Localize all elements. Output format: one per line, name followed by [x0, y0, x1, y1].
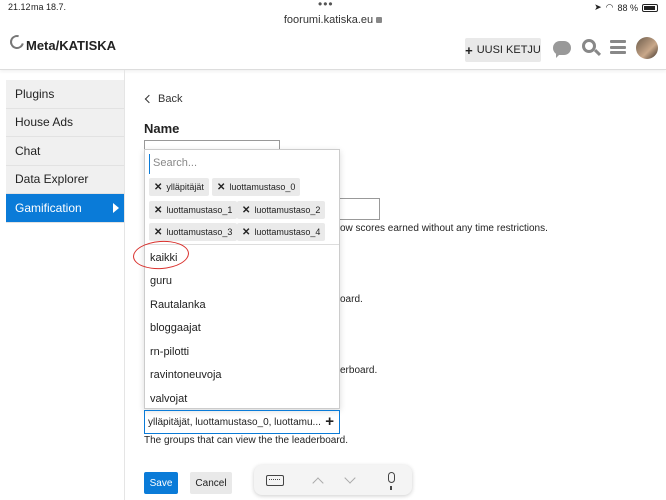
- admin-plugins-sidebar: Plugins House Ads Chat Data Explorer Gam…: [6, 80, 124, 223]
- remove-icon[interactable]: ✕: [242, 205, 250, 216]
- multitasking-dots-icon[interactable]: •••: [318, 0, 334, 11]
- chevron-up-icon[interactable]: [312, 477, 324, 489]
- selected-chip[interactable]: ✕ luottamustaso_1: [149, 201, 238, 219]
- plus-icon: +: [465, 42, 473, 58]
- content-divider: [124, 70, 125, 500]
- url-text: foorumi.katiska.eu: [283, 14, 374, 26]
- logo-bubble-icon: [7, 32, 27, 52]
- group-select-value: ylläpitäjät, luottamustaso_0, luottamu..…: [148, 416, 321, 428]
- group-help-text: The groups that can view the the leaderb…: [144, 435, 349, 446]
- remove-icon[interactable]: ✕: [154, 182, 162, 193]
- period-help-text: ow scores earned without any time restri…: [340, 223, 548, 234]
- address-bar[interactable]: foorumi.katiska.eu: [0, 14, 666, 30]
- keyboard-icon[interactable]: [266, 475, 284, 486]
- battery-icon: [642, 3, 658, 12]
- selected-chip[interactable]: ✕ luottamustaso_4: [237, 223, 326, 241]
- sidebar-item-gamification[interactable]: Gamification: [6, 194, 124, 223]
- status-date: ma 18.7.: [31, 2, 67, 12]
- new-topic-label: UUSI KETJU: [476, 44, 541, 56]
- sidebar-item-data-explorer[interactable]: Data Explorer: [6, 165, 124, 194]
- chat-icon[interactable]: [553, 41, 571, 58]
- logo-text: Meta/KATISKA: [26, 38, 117, 53]
- option-guru[interactable]: guru: [145, 270, 339, 294]
- remove-icon[interactable]: ✕: [242, 227, 250, 238]
- site-logo[interactable]: Meta/KATISKA: [7, 32, 117, 53]
- selected-chip[interactable]: ✕ ylläpitäjät: [149, 178, 209, 196]
- visible-groups-select[interactable]: ylläpitäjät, luottamustaso_0, luottamu..…: [144, 410, 340, 434]
- save-button[interactable]: Save: [144, 472, 178, 494]
- name-heading: Name: [144, 121, 180, 136]
- search-icon[interactable]: [582, 39, 596, 53]
- option-valvojat[interactable]: valvojat: [145, 387, 339, 411]
- option-rautalanka[interactable]: Rautalanka: [145, 293, 339, 317]
- hamburger-menu-icon[interactable]: [610, 40, 626, 54]
- group-select-dropdown: Search... ✕ ylläpitäjät ✕ luottamustaso_0 …: [144, 149, 340, 409]
- help-text-3: erboard.: [340, 365, 378, 376]
- remove-icon[interactable]: ✕: [154, 205, 162, 216]
- keyboard-accessory-bar: [254, 465, 412, 495]
- back-link[interactable]: Back: [144, 93, 183, 105]
- group-search-input[interactable]: Search...: [149, 154, 337, 174]
- option-rn-pilotti[interactable]: rn-pilotti: [145, 340, 339, 364]
- wifi-icon: ◠: [605, 2, 614, 12]
- back-label: Back: [158, 93, 183, 105]
- status-time: 21.12: [8, 2, 31, 12]
- ios-status-bar: 21.12 ma 18.7. ••• ➤ ◠ 88 %: [0, 0, 666, 14]
- sidebar-item-house-ads[interactable]: House Ads: [6, 108, 124, 137]
- remove-icon[interactable]: ✕: [217, 182, 225, 193]
- selected-chip[interactable]: ✕ luottamustaso_2: [237, 201, 326, 219]
- new-topic-button[interactable]: + UUSI KETJU: [465, 38, 541, 62]
- cancel-button[interactable]: Cancel: [190, 472, 232, 494]
- chevron-left-icon: [144, 94, 154, 104]
- microphone-icon[interactable]: [388, 472, 395, 490]
- help-text-2: oard.: [340, 294, 363, 305]
- sidebar-item-chat[interactable]: Chat: [6, 137, 124, 166]
- plus-icon[interactable]: +: [325, 413, 334, 430]
- group-options: kaikki guru Rautalanka bloggaajat rn-pil…: [145, 246, 339, 411]
- location-icon: ➤: [594, 2, 602, 12]
- remove-icon[interactable]: ✕: [154, 227, 162, 238]
- option-bloggaajat[interactable]: bloggaajat: [145, 317, 339, 341]
- site-header: Meta/KATISKA + UUSI KETJU: [0, 30, 666, 70]
- selected-chip[interactable]: ✕ luottamustaso_0: [212, 178, 301, 196]
- selected-chip[interactable]: ✕ luottamustaso_3: [149, 223, 238, 241]
- battery-percent: 88 %: [617, 2, 638, 13]
- user-avatar[interactable]: [636, 37, 658, 59]
- number-input[interactable]: [338, 198, 380, 220]
- lock-icon: [376, 17, 383, 24]
- status-right: ➤ ◠ 88 %: [594, 2, 658, 13]
- sidebar-item-plugins[interactable]: Plugins: [6, 80, 124, 109]
- option-ravintoneuvoja[interactable]: ravintoneuvoja: [145, 364, 339, 388]
- chevron-down-icon[interactable]: [344, 472, 356, 484]
